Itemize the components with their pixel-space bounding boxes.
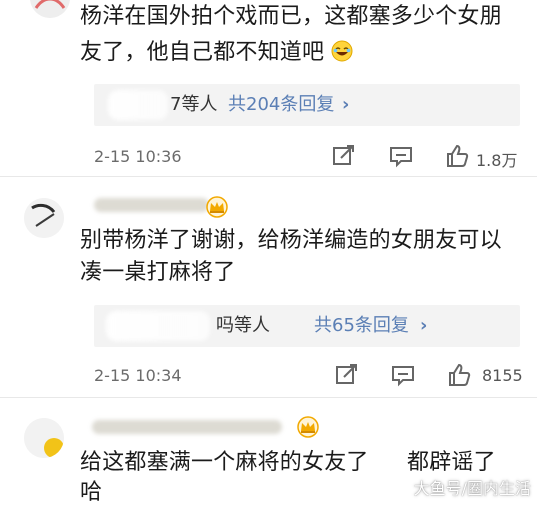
avatar-icon — [24, 418, 64, 458]
redacted-name — [106, 311, 210, 341]
crown-badge-icon — [297, 416, 319, 438]
comment-line: 友了，他自己都不知道吧 — [80, 40, 325, 65]
divider — [0, 397, 537, 398]
comment-meta-row: 2-15 10:34 8155 — [94, 362, 524, 392]
comment-icon[interactable] — [390, 362, 416, 388]
comment-meta-row: 2-15 10:36 1.8万 — [94, 143, 524, 173]
redacted-username — [92, 420, 282, 434]
comment-line: 杨洋在国外拍个戏而已，这都塞多少个女朋 — [80, 4, 502, 29]
timestamp: 2-15 10:36 — [94, 147, 182, 166]
avatar[interactable] — [24, 198, 64, 238]
comment-line: 凑一桌打麻将了 — [80, 260, 236, 285]
reply-summary[interactable]: 吗等人 共65条回复 › — [94, 305, 520, 347]
crown-badge-icon — [206, 196, 228, 218]
divider — [0, 176, 537, 177]
comment-line: 给这都塞满一个麻将的女友了 — [80, 450, 369, 475]
avatar-icon — [30, 0, 70, 18]
like-icon[interactable] — [444, 143, 470, 169]
redacted-username — [94, 198, 209, 212]
like-icon[interactable] — [446, 362, 472, 388]
reply-prefix: 吗等人 — [216, 315, 270, 336]
avatar-icon — [24, 198, 64, 238]
comment-line: 别带杨洋了谢谢，给杨洋编造的女朋友可以 — [80, 228, 502, 253]
redacted-name — [108, 90, 168, 120]
comment-text: 杨洋在国外拍个戏而已，这都塞多少个女朋 友了，他自己都不知道吧 — [80, 2, 502, 68]
avatar[interactable] — [24, 418, 64, 458]
reply-prefix: 7等人 — [170, 94, 218, 115]
comment-line: 都辟谣了 — [407, 450, 496, 475]
reply-summary[interactable]: 7等人 共204条回复 › — [94, 84, 520, 126]
comment-icon[interactable] — [388, 143, 414, 169]
like-count: 1.8万 — [476, 151, 518, 170]
reply-count-link[interactable]: 共65条回复 — [314, 305, 409, 347]
chevron-right-icon: › — [342, 94, 350, 115]
comment-text: 别带杨洋了谢谢，给杨洋编造的女朋友可以 凑一桌打麻将了 — [80, 226, 502, 288]
chevron-right-icon: › — [420, 315, 428, 336]
reply-count-link[interactable]: 共204条回复 — [228, 84, 334, 126]
avatar[interactable] — [30, 0, 70, 18]
watermark: 大鱼号/圈内生活 — [413, 479, 531, 498]
like-count: 8155 — [482, 366, 523, 385]
laughing-emoji-icon — [331, 40, 353, 62]
timestamp: 2-15 10:34 — [94, 366, 182, 385]
share-icon[interactable] — [334, 362, 360, 388]
share-icon[interactable] — [331, 143, 357, 169]
